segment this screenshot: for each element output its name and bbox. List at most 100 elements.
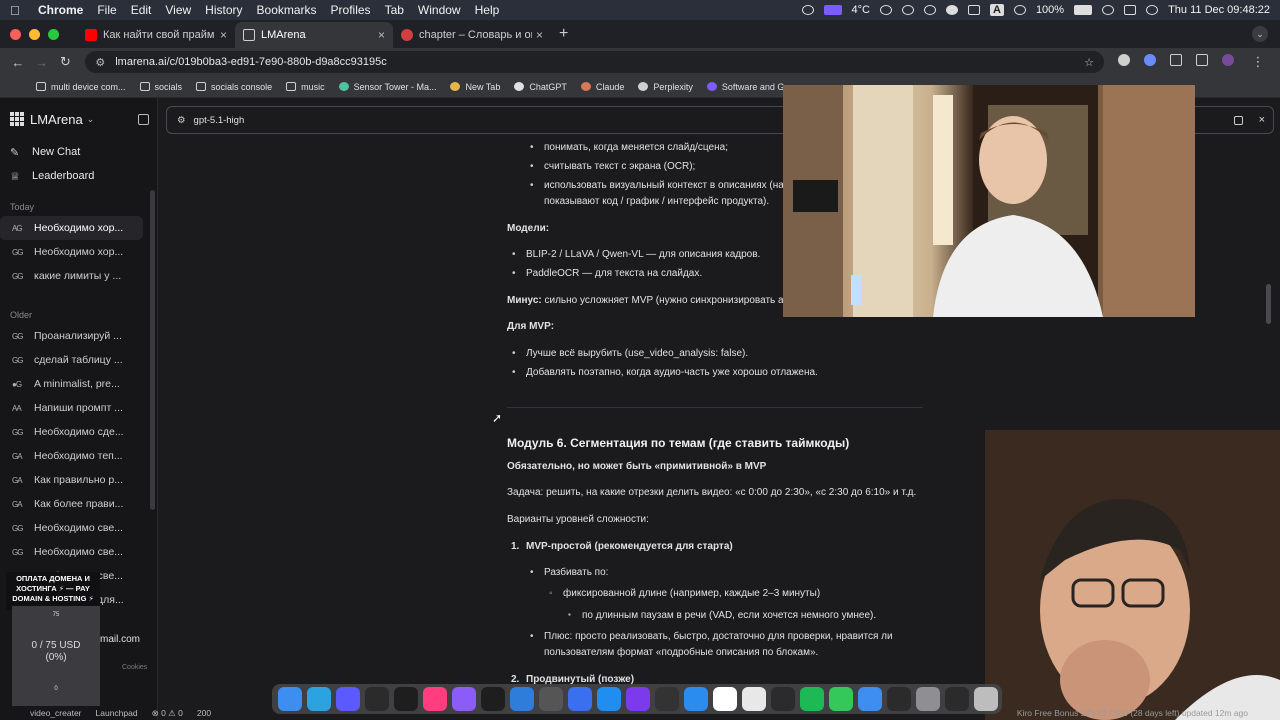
brand-name[interactable]: LMArena: [30, 112, 83, 127]
toggle-sidebar-icon[interactable]: [138, 113, 149, 125]
sidebar-header: LMArena ⌄: [0, 98, 157, 140]
goal-min: 0: [54, 686, 58, 692]
forward-button[interactable]: →: [32, 55, 52, 70]
status-project[interactable]: video_creater: [30, 708, 82, 718]
chat-history-item[interactable]: GG Необходимо хор...: [0, 240, 143, 264]
chat-history-item[interactable]: GG Необходимо све...: [0, 540, 143, 564]
chevron-down-icon[interactable]: ⌄: [87, 114, 95, 125]
chrome-menu-icon[interactable]: ⋮: [1248, 54, 1268, 70]
bookmark-item[interactable]: Sensor Tower - Ma...: [338, 82, 436, 92]
menu-bookmarks[interactable]: Bookmarks: [257, 3, 317, 17]
menu-file[interactable]: File: [97, 3, 116, 17]
zoom-window-button[interactable]: [48, 28, 59, 40]
sidebar-scrollbar[interactable]: [150, 190, 155, 510]
bookmark-item[interactable]: socials: [139, 82, 182, 92]
address-bar[interactable]: ⚙ lmarena.ai/c/019b0ba3-ed91-7e90-880b-d…: [85, 51, 1105, 73]
copy-icon[interactable]: [1234, 115, 1243, 125]
status-problems[interactable]: ⊗ 0 ⚠ 0: [152, 708, 183, 719]
menu-view[interactable]: View: [165, 3, 191, 17]
reload-button[interactable]: ↻: [56, 54, 76, 70]
bookmark-star-icon[interactable]: ☆: [1084, 56, 1094, 69]
new-chat-button[interactable]: ✎ New Chat: [10, 140, 157, 164]
bookmark-item[interactable]: New Tab: [450, 82, 500, 92]
menu-edit[interactable]: Edit: [131, 3, 152, 17]
sub-sub-list-item: по длинным паузам в речи (VAD, если хоче…: [568, 610, 876, 621]
cookies-link[interactable]: Cookies: [122, 664, 147, 671]
screen-record-icon[interactable]: [823, 5, 842, 15]
chat-history-item[interactable]: ●G A minimalist, pre...: [0, 372, 143, 396]
chat-history-item[interactable]: GG Необходимо све...: [0, 516, 143, 540]
chat-history-item[interactable]: AG Необходимо хор...: [0, 216, 143, 240]
model-name[interactable]: gpt-5.1-high: [194, 115, 245, 126]
chat-title: какие лимиты у ...: [34, 270, 122, 282]
chat-history-item[interactable]: GG Необходимо сде...: [0, 420, 143, 444]
new-tab-button[interactable]: +: [559, 25, 568, 43]
chat-history-item[interactable]: GA Необходимо теп...: [0, 444, 143, 468]
tab-lmarena[interactable]: LMArena ×: [235, 22, 393, 48]
chat-history-item[interactable]: GA Как правильно р...: [0, 468, 143, 492]
close-tab-icon[interactable]: ×: [220, 28, 227, 42]
status-credits: Kiro Free Bonus 249.52 / 500 (28 days le…: [1016, 708, 1248, 718]
bookmark-item[interactable]: socials console: [196, 82, 272, 92]
model-settings-icon[interactable]: ⚙: [177, 115, 186, 126]
menu-history[interactable]: History: [205, 3, 242, 17]
focus-icon[interactable]: [1013, 5, 1026, 15]
module-subtitle: Обязательно, но может быть «примитивной»…: [507, 461, 767, 472]
close-window-button[interactable]: [10, 28, 21, 40]
chat-history-item[interactable]: GA Как более прави...: [0, 492, 143, 516]
weather-readout[interactable]: 4°C: [852, 4, 870, 16]
close-tab-icon[interactable]: ×: [536, 28, 543, 42]
content-scrollbar[interactable]: [1266, 284, 1271, 324]
account-email[interactable]: mail.com: [100, 634, 140, 645]
menu-profiles[interactable]: Profiles: [331, 3, 371, 17]
list-item-continued: пользователям формат «подробные описания…: [544, 647, 819, 658]
profile-avatar[interactable]: [1222, 54, 1235, 66]
reading-list-icon[interactable]: [1196, 54, 1209, 66]
status-app-icon[interactable]: [801, 5, 814, 15]
chat-history-item[interactable]: GG Проанализируй ...: [0, 324, 143, 348]
battery-percent[interactable]: 100%: [1036, 4, 1064, 16]
goal-amount: 0 / 75 USD (0%): [12, 640, 100, 664]
menu-tab[interactable]: Tab: [385, 3, 404, 17]
chat-title: Необходимо сде...: [34, 426, 124, 438]
list-item: понимать, когда меняется слайд/сцена;: [530, 142, 728, 153]
wifi-icon[interactable]: [1102, 5, 1115, 15]
chat-history-item[interactable]: AA Напиши промпт ...: [0, 396, 143, 420]
translate-icon[interactable]: [1144, 54, 1157, 66]
shield-icon[interactable]: [923, 5, 936, 15]
menu-window[interactable]: Window: [418, 3, 461, 17]
bookmark-item[interactable]: Perplexity: [638, 82, 693, 92]
minus-label: Минус:: [507, 295, 542, 306]
extensions-puzzle-icon[interactable]: [1170, 54, 1183, 66]
menu-app-name[interactable]: Chrome: [38, 3, 83, 17]
input-source-indicator[interactable]: A: [989, 4, 1004, 16]
tab-dictionary[interactable]: chapter – Словарь и онлайн ×: [393, 22, 551, 48]
vpn-icon[interactable]: [945, 5, 958, 15]
back-button[interactable]: ←: [8, 55, 28, 70]
menu-help[interactable]: Help: [475, 3, 500, 17]
status-launchpad[interactable]: Launchpad: [96, 708, 138, 718]
bookmark-item[interactable]: Claude: [580, 82, 624, 92]
headphones-icon[interactable]: [901, 5, 914, 15]
bookmark-item[interactable]: music: [286, 82, 325, 92]
site-info-icon[interactable]: ⚙: [95, 56, 105, 69]
tab-youtube[interactable]: Как найти свой прайм в ×: [77, 22, 235, 48]
bookmark-item[interactable]: multi device com...: [36, 82, 126, 92]
extension-icon[interactable]: [1118, 54, 1131, 66]
keyboard-icon[interactable]: [967, 5, 980, 15]
menubar-clock[interactable]: Thu 11 Dec 09:48:22: [1168, 4, 1270, 16]
tab-search-icon[interactable]: ⌄: [1252, 26, 1268, 42]
wifi-sync-icon[interactable]: [879, 5, 892, 15]
minimize-window-button[interactable]: [29, 28, 40, 40]
chat-history-item[interactable]: GG какие лимиты у ...: [0, 264, 143, 288]
close-tab-icon[interactable]: ×: [378, 28, 385, 42]
leaderboard-link[interactable]: ♕ Leaderboard: [10, 164, 157, 188]
chat-history-item[interactable]: GG сделай таблицу ...: [0, 348, 143, 372]
battery-icon[interactable]: [1074, 5, 1093, 15]
bookmark-item[interactable]: ChatGPT: [514, 82, 567, 92]
apple-icon[interactable]: : [10, 3, 24, 18]
siri-icon[interactable]: [1146, 5, 1159, 15]
chat-title: Как более прави...: [34, 498, 124, 510]
close-icon[interactable]: ×: [1259, 114, 1265, 126]
control-center-icon[interactable]: [1124, 5, 1137, 15]
